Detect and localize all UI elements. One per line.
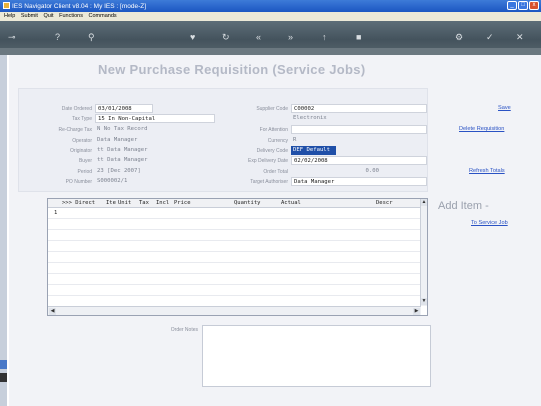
for-attention-field[interactable] bbox=[291, 125, 427, 134]
target-authoriser-label: Target Authoriser bbox=[250, 179, 288, 185]
check-icon[interactable]: ✓ bbox=[486, 32, 494, 42]
sidebar-app-icon[interactable] bbox=[0, 360, 7, 369]
row-divider bbox=[48, 251, 421, 252]
currency-field[interactable]: R bbox=[291, 136, 427, 145]
col-incl[interactable]: Incl bbox=[156, 199, 169, 207]
scroll-up-icon[interactable]: ▲ bbox=[421, 199, 427, 206]
key-icon[interactable]: ⊸ bbox=[8, 32, 16, 42]
toolbar-divider bbox=[0, 48, 541, 55]
row-divider bbox=[48, 229, 421, 230]
col-unit[interactable]: Unit bbox=[118, 199, 131, 207]
grid-header: >>> Direct Ite Unit Tax Incl Price Quant… bbox=[48, 199, 421, 208]
period-field[interactable]: 23 [Dec 2007] bbox=[95, 167, 215, 176]
col-tax[interactable]: Tax bbox=[139, 199, 149, 207]
operator-label: Operator bbox=[72, 138, 92, 144]
settings-icon[interactable]: ⚙ bbox=[455, 32, 463, 42]
left-sidebar bbox=[0, 55, 7, 406]
buyer-label: Buyer bbox=[78, 158, 92, 164]
back-icon[interactable]: « bbox=[256, 32, 261, 42]
originator-field[interactable]: tt Data Manager bbox=[95, 146, 215, 155]
window-title: IES Navigator Client v8.04 : My IES : [m… bbox=[12, 3, 147, 10]
window-controls: _ □ x bbox=[507, 1, 539, 10]
scroll-right-icon[interactable]: ▶ bbox=[413, 308, 420, 315]
po-number-field[interactable]: S000002/1 bbox=[95, 177, 215, 186]
tax-type-field[interactable]: 15 In Non-Capital bbox=[95, 114, 215, 123]
order-notes-textarea[interactable] bbox=[202, 325, 431, 387]
grid-vertical-scrollbar[interactable]: ▲ ▼ bbox=[420, 199, 427, 306]
menu-commands[interactable]: Commands bbox=[89, 13, 117, 19]
tax-type-label: Tax Type bbox=[72, 116, 92, 122]
minimize-button[interactable]: _ bbox=[507, 1, 517, 10]
row-divider bbox=[48, 240, 421, 241]
close-icon[interactable]: ✕ bbox=[516, 32, 524, 42]
scroll-down-icon[interactable]: ▼ bbox=[421, 298, 427, 305]
for-attention-label: For Attention bbox=[259, 127, 288, 133]
order-total-field: 0.00 bbox=[365, 168, 379, 174]
scroll-left-icon[interactable]: ◀ bbox=[49, 308, 56, 315]
po-number-label: PO Number bbox=[65, 179, 92, 185]
date-ordered-field[interactable]: 03/01/2008 bbox=[95, 104, 153, 113]
order-total-label: Order Total bbox=[263, 169, 288, 175]
menu-submit[interactable]: Submit bbox=[21, 13, 38, 19]
close-window-button[interactable]: x bbox=[529, 1, 539, 10]
exp-delivery-date-label: Exp Delivery Date bbox=[247, 158, 288, 164]
col-direct[interactable]: >>> Direct bbox=[62, 199, 95, 207]
maximize-button[interactable]: □ bbox=[518, 1, 528, 10]
row-divider bbox=[48, 295, 421, 296]
search-icon[interactable]: ⚲ bbox=[88, 32, 95, 42]
menu-functions[interactable]: Functions bbox=[59, 13, 83, 19]
items-grid[interactable]: >>> Direct Ite Unit Tax Incl Price Quant… bbox=[47, 198, 428, 316]
recharge-tax-label: Re-Charge Tax bbox=[58, 127, 92, 133]
col-item[interactable]: Ite bbox=[106, 199, 116, 207]
form-title: New Purchase Requisition (Service Jobs) bbox=[98, 62, 366, 77]
date-ordered-label: Date Ordered bbox=[61, 106, 92, 112]
col-descr[interactable]: Descr bbox=[376, 199, 393, 207]
forward-icon[interactable]: » bbox=[288, 32, 293, 42]
add-item-heading: Add Item - bbox=[438, 200, 489, 212]
buyer-field[interactable]: tt Data Manager bbox=[95, 156, 215, 165]
heart-icon[interactable]: ♥ bbox=[190, 32, 195, 42]
row-divider bbox=[48, 262, 421, 263]
row-divider bbox=[48, 284, 421, 285]
app-icon bbox=[3, 2, 10, 9]
menu-quit[interactable]: Quit bbox=[44, 13, 54, 19]
target-authoriser-field[interactable]: Data Manager bbox=[291, 177, 427, 186]
supplier-code-field[interactable]: C00002 bbox=[291, 104, 427, 113]
delivery-code-field[interactable]: DEF Default bbox=[291, 146, 336, 155]
help-icon[interactable]: ? bbox=[55, 32, 60, 42]
up-icon[interactable]: ↑ bbox=[322, 32, 327, 42]
row-divider bbox=[48, 218, 421, 219]
supplier-name-field: Electronix bbox=[293, 115, 327, 121]
order-notes-label: Order Notes bbox=[170, 327, 198, 333]
stop-icon[interactable]: ■ bbox=[356, 32, 361, 42]
refresh-totals-link[interactable]: Refresh Totals bbox=[469, 168, 505, 174]
recharge-tax-field[interactable]: N No Tax Record bbox=[95, 125, 215, 134]
currency-label: Currency bbox=[267, 138, 288, 144]
menu-bar: Help Submit Quit Functions Commands bbox=[0, 12, 541, 21]
row-number: 1 bbox=[54, 210, 58, 216]
sidebar-user-icon[interactable] bbox=[0, 373, 7, 382]
delete-requisition-link[interactable]: Delete Requisition bbox=[459, 126, 504, 132]
originator-label: Originator bbox=[70, 148, 92, 154]
to-service-job-link[interactable]: To Service Job bbox=[471, 220, 508, 226]
grid-horizontal-scrollbar[interactable]: ◀ ▶ bbox=[48, 306, 421, 315]
window-title-bar: IES Navigator Client v8.04 : My IES : [m… bbox=[0, 0, 541, 12]
delivery-code-label: Delivery Code bbox=[256, 148, 288, 154]
menu-help[interactable]: Help bbox=[4, 13, 15, 19]
col-price[interactable]: Price bbox=[174, 199, 191, 207]
operator-field[interactable]: Data Manager bbox=[95, 136, 215, 145]
row-divider bbox=[48, 273, 421, 274]
reload-icon[interactable]: ↻ bbox=[222, 32, 230, 42]
supplier-code-label: Supplier Code bbox=[256, 106, 288, 112]
col-actual[interactable]: Actual bbox=[281, 199, 301, 207]
period-label: Period bbox=[77, 169, 92, 175]
col-quantity[interactable]: Quantity bbox=[234, 199, 261, 207]
save-link[interactable]: Save bbox=[498, 105, 511, 111]
exp-delivery-date-field[interactable]: 02/02/2008 bbox=[291, 156, 427, 165]
